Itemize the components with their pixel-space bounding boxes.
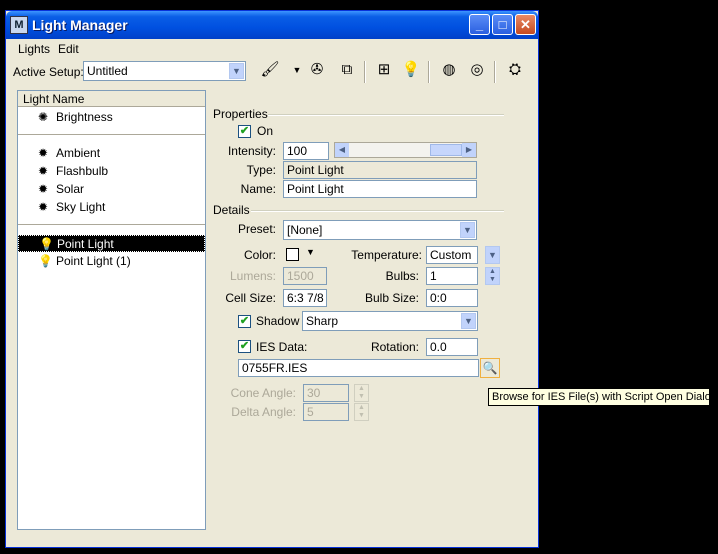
ies-data-checkbox[interactable]: ✔ <box>238 340 251 353</box>
bulb-size-label: Bulb Size: <box>364 291 419 305</box>
paint-brush-icon[interactable]: 🖌 <box>259 59 281 81</box>
search-icon[interactable]: 🔍 <box>480 358 500 378</box>
light-manager-window: M Light Manager _ □ ✕ Lights Edit Active… <box>5 10 539 548</box>
list-item[interactable]: ✹ Solar <box>18 181 205 198</box>
color-swatch[interactable] <box>286 248 299 261</box>
globe-icon[interactable]: ◍ <box>438 59 460 81</box>
preset-dropdown[interactable]: [None] ▼ <box>283 220 477 240</box>
temperature-label: Temperature: <box>351 248 422 262</box>
cell-size-label: Cell Size: <box>225 291 276 305</box>
cone-angle-spinner: ▲ ▼ <box>354 384 369 402</box>
sphere-icon[interactable]: ◎ <box>466 59 488 81</box>
toolbar-separator <box>364 61 366 83</box>
cone-angle-label: Cone Angle: <box>230 386 296 400</box>
color-label: Color: <box>243 248 276 262</box>
light-bulb-panel-icon[interactable]: 💡 <box>400 59 422 81</box>
active-setup-dropdown[interactable]: Untitled ▼ <box>83 61 246 81</box>
light-list[interactable]: Light Name ✺ Brightness ✹ Ambient ✹ Flas… <box>17 90 206 530</box>
list-item[interactable]: 💡 Point Light (1) <box>18 253 205 270</box>
cell-size-input[interactable]: 6:3 7/8 <box>283 289 327 307</box>
details-divider <box>251 210 504 212</box>
menu-bar: Lights Edit <box>6 39 538 59</box>
solar-icon: ✹ <box>38 182 49 196</box>
name-label: Name: <box>240 182 276 196</box>
details-section-title: Details <box>213 203 250 217</box>
menu-lights[interactable]: Lights <box>18 42 50 56</box>
preset-label: Preset: <box>237 222 276 236</box>
window-title: Light Manager <box>32 17 128 33</box>
slider-thumb[interactable] <box>430 144 462 156</box>
list-divider <box>18 134 205 135</box>
toolbar-separator <box>428 61 430 83</box>
rotation-input[interactable]: 0.0 <box>426 338 478 356</box>
bulbs-input[interactable]: 1 <box>426 267 478 285</box>
active-setup-value: Untitled <box>87 64 128 78</box>
minimize-button[interactable]: _ <box>469 14 490 35</box>
chevron-down-icon: ▼ <box>229 63 244 79</box>
delta-angle-input: 5 <box>303 403 349 421</box>
close-button[interactable]: ✕ <box>515 14 536 35</box>
compass-icon[interactable]: ✇ <box>306 59 328 81</box>
type-value: Point Light <box>283 161 477 179</box>
properties-divider <box>268 114 504 116</box>
active-setup-label: Active Setup: <box>13 65 84 79</box>
list-item-selected[interactable]: 💡 Point Light <box>18 235 205 252</box>
list-item[interactable]: ✹ Sky Light <box>18 199 205 216</box>
browse-tooltip: Browse for IES File(s) with Script Open … <box>488 388 710 406</box>
list-divider <box>18 224 205 225</box>
temperature-dropdown-icon[interactable]: ▼ <box>485 246 500 264</box>
on-label: On <box>257 124 274 138</box>
ies-data-label: IES Data: <box>256 340 308 354</box>
app-icon: M <box>10 16 28 34</box>
bulb-icon: 💡 <box>38 254 53 268</box>
maximize-button[interactable]: □ <box>492 14 513 35</box>
properties-section-title: Properties <box>213 107 268 121</box>
light-name-column-header[interactable]: Light Name <box>18 91 205 107</box>
temperature-input[interactable]: Custom <box>426 246 478 264</box>
bulb-icon: 💡 <box>39 237 54 251</box>
menu-edit[interactable]: Edit <box>58 42 79 56</box>
lumens-label: Lumens: <box>229 269 276 283</box>
arrow-right-icon[interactable]: ▶ <box>462 143 476 157</box>
ies-file-input[interactable]: 0755FR.IES <box>238 359 479 377</box>
shadow-checkbox[interactable]: ✔ <box>238 315 251 328</box>
cone-angle-input: 30 <box>303 384 349 402</box>
list-item[interactable]: ✹ Ambient <box>18 145 205 162</box>
grid-icon[interactable]: ⊞ <box>373 59 395 81</box>
title-bar[interactable]: M Light Manager _ □ ✕ <box>6 11 538 39</box>
shadow-label: Shadow <box>256 314 300 328</box>
chevron-down-icon: ▼ <box>460 222 475 238</box>
chevron-down-icon: ▼ <box>461 313 476 329</box>
brightness-icon: ✺ <box>38 110 49 124</box>
list-item[interactable]: ✹ Flashbulb <box>18 163 205 180</box>
toolbar-separator <box>494 61 496 83</box>
on-checkbox[interactable]: ✔ <box>238 125 251 138</box>
copy-setup-icon[interactable]: ⧉ <box>336 59 358 81</box>
lumens-input: 1500 <box>283 267 327 285</box>
color-dropdown-chevron-icon[interactable]: ▼ <box>306 247 315 257</box>
toolbar: Active Setup: Untitled ▼ 🖌 ▼ ✇ ⧉ ⊞ 💡 ◍ ◎… <box>6 59 538 89</box>
name-input[interactable]: Point Light <box>283 180 477 198</box>
bulb-size-input[interactable]: 0:0 <box>426 289 478 307</box>
intensity-label: Intensity: <box>227 144 276 158</box>
chevron-down-icon[interactable]: ▼ <box>286 59 308 81</box>
arrow-left-icon[interactable]: ◀ <box>335 143 349 157</box>
delta-angle-spinner: ▲ ▼ <box>354 403 369 421</box>
list-item[interactable]: ✺ Brightness <box>18 109 205 126</box>
shadow-value: Sharp <box>306 314 339 328</box>
type-label: Type: <box>246 163 276 177</box>
sky-light-icon: ✹ <box>38 200 49 214</box>
intensity-slider[interactable]: ◀ ▶ <box>334 142 477 158</box>
ambient-icon: ✹ <box>38 146 49 160</box>
preset-value: [None] <box>287 223 323 237</box>
shadow-dropdown[interactable]: Sharp ▼ <box>302 311 478 331</box>
bulbs-spinner[interactable]: ▲ ▼ <box>485 267 500 285</box>
bulbs-label: Bulbs: <box>385 269 419 283</box>
intensity-input[interactable]: 100 <box>283 142 329 160</box>
rotation-label: Rotation: <box>370 340 419 354</box>
light-wizard-icon[interactable]: ⛭ <box>504 59 526 81</box>
flashbulb-icon: ✹ <box>38 164 49 178</box>
delta-angle-label: Delta Angle: <box>231 405 296 419</box>
